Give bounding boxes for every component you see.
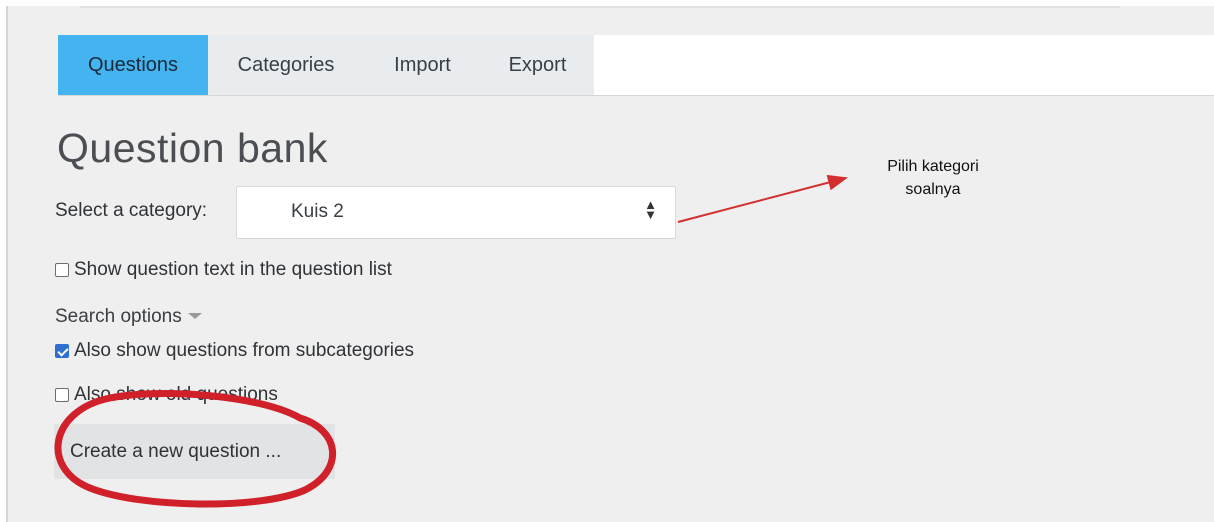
- search-options-toggle[interactable]: Search options: [55, 306, 202, 328]
- select-arrows-icon: ▲ ▼: [644, 197, 657, 222]
- category-select-value: Kuis 2: [291, 201, 344, 222]
- subcategories-option[interactable]: Also show questions from subcategories: [55, 340, 414, 362]
- show-question-text-option[interactable]: Show question text in the question list: [55, 259, 392, 281]
- tab-bar-fill: [594, 35, 1214, 95]
- top-divider: [80, 6, 1120, 8]
- tab-import[interactable]: Import: [364, 35, 481, 95]
- show-question-text-checkbox[interactable]: [55, 263, 69, 277]
- create-question-button[interactable]: Create a new question ...: [54, 424, 335, 479]
- tab-bar: Questions Categories Import Export: [58, 35, 1214, 96]
- annotation-line-2: soalnya: [905, 181, 961, 198]
- tab-categories[interactable]: Categories: [208, 35, 364, 95]
- annotation-line-1: Pilih kategori: [887, 158, 979, 175]
- page-title: Question bank: [57, 125, 328, 171]
- old-questions-label: Also show old questions: [74, 384, 278, 405]
- subcategories-label: Also show questions from subcategories: [74, 340, 415, 361]
- caret-down-icon: [187, 313, 202, 319]
- annotation-text: Pilih kategori soalnya: [868, 155, 998, 201]
- old-questions-option[interactable]: Also show old questions: [55, 384, 278, 406]
- category-select[interactable]: Kuis 2 ▲ ▼: [236, 186, 676, 239]
- old-questions-checkbox[interactable]: [55, 388, 69, 402]
- tab-export[interactable]: Export: [481, 35, 594, 95]
- category-label: Select a category:: [55, 200, 208, 221]
- search-options-label: Search options: [55, 306, 182, 327]
- tab-questions[interactable]: Questions: [58, 35, 208, 95]
- show-question-text-label: Show question text in the question list: [74, 259, 392, 280]
- subcategories-checkbox[interactable]: [55, 344, 69, 358]
